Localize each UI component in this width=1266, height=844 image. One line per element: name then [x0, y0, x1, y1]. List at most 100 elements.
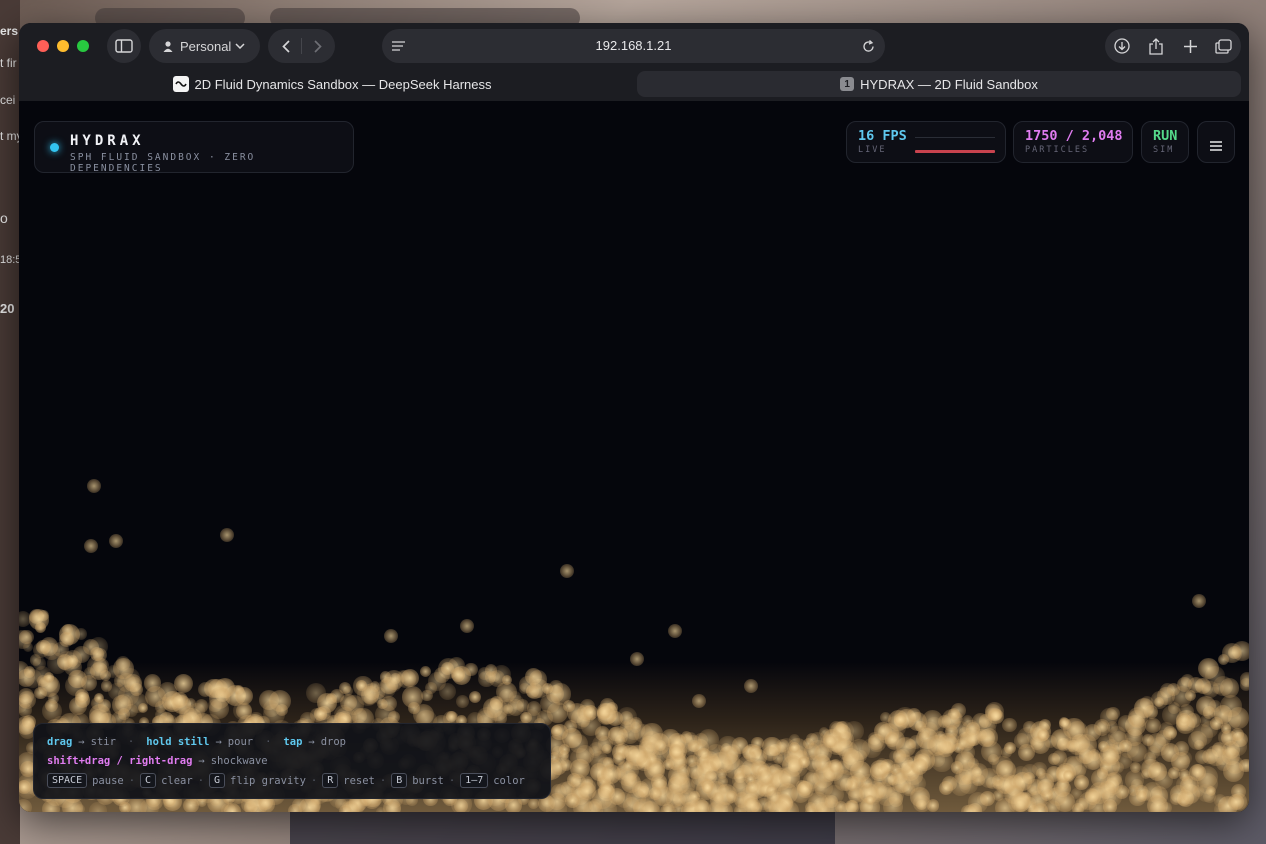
address-bar[interactable]: 192.168.1.21: [382, 29, 885, 63]
fluid-particle: [745, 751, 757, 762]
fluid-particle: [1220, 709, 1241, 730]
fluid-particle: [306, 683, 326, 704]
fluid-particle: [19, 629, 34, 645]
fluid-particle: [976, 719, 996, 739]
desktop-text-snippet: o: [0, 210, 8, 226]
fluid-particle: [564, 720, 577, 733]
fluid-particle: [685, 743, 698, 757]
fluid-particle: [788, 734, 800, 746]
help-key: hold still: [146, 736, 210, 748]
fluid-particle: [1059, 717, 1071, 730]
tab-overview-icon[interactable]: [1213, 29, 1233, 63]
fluid-particle: [907, 708, 921, 722]
zoom-window-button[interactable]: [77, 40, 89, 52]
arrow-icon: →: [215, 736, 222, 748]
fluid-particle: [41, 800, 60, 812]
fluid-particle: [144, 685, 166, 707]
fluid-particle: [1085, 788, 1102, 805]
kbd-key: G: [209, 773, 226, 788]
menu-button[interactable]: [1197, 121, 1235, 163]
arrow-icon: →: [308, 736, 315, 748]
fluid-droplet: [668, 624, 682, 638]
fluid-particle: [993, 790, 1004, 801]
tab-deepseek-harness[interactable]: 2D Fluid Dynamics Sandbox — DeepSeek Har…: [27, 71, 637, 97]
kbd-key: SPACE: [47, 773, 88, 788]
fluid-droplet: [1192, 594, 1206, 608]
fluid-particle: [1160, 743, 1179, 762]
fluid-particle: [576, 745, 595, 764]
fluid-particle: [89, 802, 107, 812]
close-window-button[interactable]: [37, 40, 49, 52]
fluid-particle: [1062, 770, 1074, 782]
fluid-particle: [540, 693, 560, 714]
fluid-particle: [1013, 772, 1032, 791]
fluid-particle: [1221, 642, 1242, 663]
new-tab-icon[interactable]: [1181, 29, 1199, 63]
fluid-particle: [626, 744, 648, 766]
fluid-particle: [1013, 733, 1029, 749]
tab-hydrax[interactable]: 1 HYDRAX — 2D Fluid Sandbox: [637, 71, 1241, 97]
fluid-particle: [119, 802, 131, 812]
fluid-droplet: [630, 652, 644, 666]
tab-title: HYDRAX — 2D Fluid Sandbox: [860, 76, 1038, 92]
share-icon[interactable]: [1147, 29, 1165, 63]
profile-button[interactable]: Personal: [149, 29, 260, 63]
fluid-particle: [910, 757, 928, 775]
arrow-icon: →: [78, 736, 85, 748]
particles-label: PARTICLES: [1025, 145, 1090, 155]
separator: ·: [197, 774, 205, 787]
back-button[interactable]: [276, 29, 296, 63]
fluid-particle: [1178, 713, 1190, 724]
arrow-icon: →: [198, 755, 205, 767]
url-text: 192.168.1.21: [595, 38, 672, 53]
fluid-particle: [1227, 794, 1244, 811]
downloads-icon[interactable]: [1113, 29, 1131, 63]
fluid-particle: [926, 799, 939, 812]
help-key: shift+drag / right-drag: [47, 755, 193, 767]
fluid-particle: [893, 712, 907, 726]
separator: ·: [127, 736, 135, 748]
fluid-particle: [1197, 658, 1220, 680]
fluid-particle: [1022, 720, 1036, 734]
help-action: pour: [227, 736, 254, 748]
help-action: stir: [90, 736, 116, 748]
fluid-particle: [234, 686, 254, 705]
desktop-text-snippet: 18:5: [0, 254, 19, 266]
fluid-droplet: [220, 528, 234, 542]
fluid-particle: [1239, 678, 1249, 691]
desktop-background-strip: [0, 0, 20, 844]
fluid-particle: [424, 681, 437, 695]
sim-label: SIM: [1153, 145, 1175, 155]
minimize-window-button[interactable]: [57, 40, 69, 52]
help-action: color: [493, 774, 525, 787]
separator: ·: [310, 774, 318, 787]
fluid-particle: [455, 695, 469, 709]
reload-icon[interactable]: [862, 29, 875, 63]
fluid-particle: [1008, 791, 1030, 812]
browser-window: Personal 192.168.1.21 2D Fluid Dynamics …: [19, 23, 1249, 812]
sim-value: RUN: [1153, 128, 1178, 144]
sidebar-toggle-button[interactable]: [107, 29, 141, 63]
sim-stat[interactable]: RUN SIM: [1141, 121, 1189, 163]
fluid-particle: [1101, 789, 1117, 804]
fluid-particle: [548, 793, 566, 811]
help-action: reset: [343, 774, 375, 787]
app-title: HYDRAX: [70, 133, 145, 149]
browser-toolbar: Personal 192.168.1.21: [19, 23, 1249, 71]
fluid-particle: [451, 667, 466, 682]
fluid-particle: [775, 738, 789, 752]
forward-button[interactable]: [308, 29, 328, 63]
fluid-droplet: [109, 534, 123, 548]
fluid-particle: [34, 687, 47, 700]
fluid-droplet: [560, 564, 574, 578]
fluid-particle: [808, 792, 828, 812]
fluid-particle: [698, 747, 710, 759]
fluid-particle: [116, 656, 131, 671]
fluid-canvas[interactable]: HYDRAX SPH FLUID SANDBOX · ZERO DEPENDEN…: [19, 101, 1249, 812]
fluid-particle: [89, 636, 109, 656]
kbd-key: B: [391, 773, 408, 788]
particles-stat: 1750 / 2,048 PARTICLES: [1013, 121, 1133, 163]
fluid-particle: [63, 649, 83, 669]
fluid-particle: [93, 658, 109, 674]
fluid-particle: [1219, 677, 1240, 698]
